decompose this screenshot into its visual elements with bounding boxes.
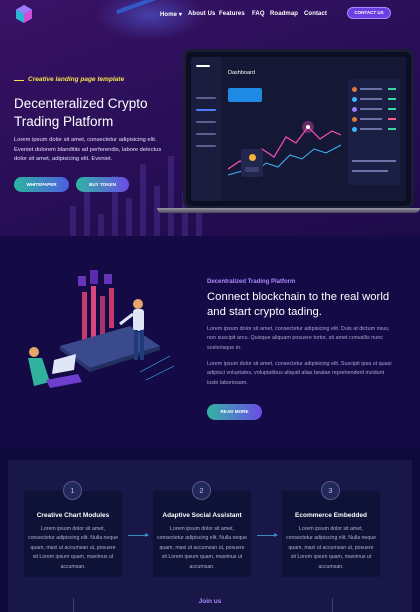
feature-number: 1 — [63, 481, 82, 500]
feature-number: 3 — [321, 481, 340, 500]
dashboard-sidebar — [191, 57, 221, 201]
feature-description: Lorem ipsum dolor sit amet, consectetur … — [28, 526, 118, 570]
feature-number: 2 — [192, 481, 211, 500]
tagline-dash — [14, 80, 24, 81]
isometric-trading-illustration — [28, 270, 175, 388]
feature-description: Lorem ipsum dolor sit amet, consectetur … — [286, 526, 376, 570]
dashboard-popup — [241, 149, 263, 177]
about-tag: Decentralized Trading Platform — [207, 279, 296, 285]
feature-card-3: 3 Ecommerce Embedded Lorem ipsum dolor s… — [282, 481, 380, 577]
feature-title: Creative Chart Modules — [36, 512, 110, 519]
buy-token-button[interactable]: BUY TOKEN — [76, 177, 129, 192]
dashboard-balance-card — [228, 88, 262, 102]
dashboard-screenshot: Dashboard — [191, 57, 406, 201]
contact-us-button[interactable]: CONTACT US — [347, 7, 391, 19]
nav-home[interactable]: Home ▾ — [160, 11, 182, 18]
logo-icon[interactable] — [14, 4, 34, 24]
nav-features[interactable]: Features — [219, 11, 245, 17]
laptop-base — [157, 208, 420, 213]
hero-lead: Lorem ipsum dolor sit amet, consectetur … — [14, 137, 162, 163]
about-paragraph-1: Lorem ipsum dolor sit amet, consectetur … — [207, 326, 390, 351]
arrow-icon — [257, 533, 278, 537]
nav-faq[interactable]: FAQ — [252, 11, 265, 17]
join-us-heading: Join us — [198, 598, 222, 605]
whitepaper-button[interactable]: WHITEPAPER — [14, 177, 69, 192]
nav-about-us[interactable]: About Us — [188, 11, 215, 17]
hero-glow — [95, 0, 205, 40]
about-paragraph-2: Lorem ipsum dolor sit amet, consectetur … — [207, 361, 392, 386]
dashboard-title: Dashboard — [228, 70, 255, 76]
hero-title: Decenteralized Crypto Trading Platform — [14, 96, 148, 129]
laptop-mockup: Dashboard — [183, 49, 414, 209]
nav-contact[interactable]: Contact — [304, 11, 327, 17]
feature-description: Lorem ipsum dolor sit amet, consectetur … — [157, 526, 247, 570]
feature-title: Ecommerce Embedded — [295, 512, 367, 519]
nav-roadmap[interactable]: Roadmap — [270, 11, 298, 17]
dashboard-activity-panel — [348, 79, 400, 185]
arrow-icon — [128, 533, 149, 537]
about-title: Connect blockchain to the real world and… — [207, 291, 390, 318]
read-more-button[interactable]: READ MORE — [207, 404, 262, 420]
hero-tagline: Creative landing page template — [28, 76, 125, 83]
feature-card-2: 2 Adaptive Social Assistant Lorem ipsum … — [153, 481, 251, 577]
feature-title: Adaptive Social Assistant — [162, 512, 242, 519]
feature-card-1: 1 Creative Chart Modules Lorem ipsum dol… — [24, 481, 122, 577]
